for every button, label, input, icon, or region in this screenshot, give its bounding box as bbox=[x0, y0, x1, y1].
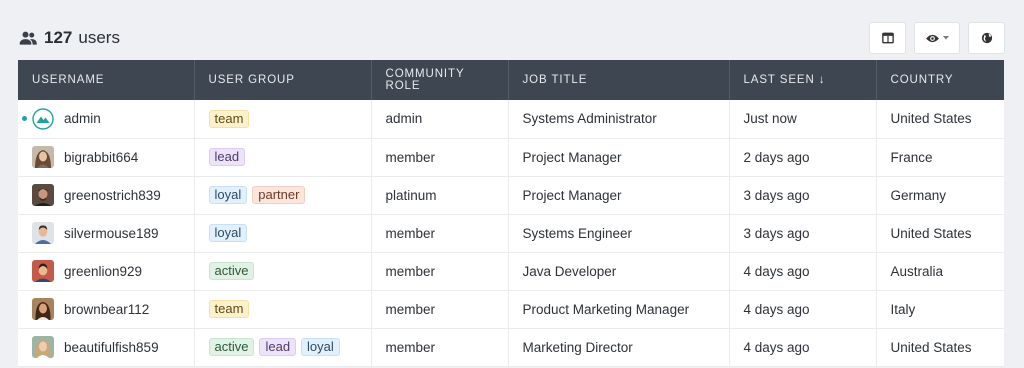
column-header-user-group[interactable]: USER GROUP bbox=[194, 60, 372, 100]
user-group-cell: lead bbox=[194, 138, 372, 177]
username[interactable]: brownbear112 bbox=[64, 302, 149, 317]
username-cell: brownbear112 bbox=[18, 290, 195, 329]
job-title-cell: Project Manager bbox=[508, 138, 730, 177]
group-tag-team[interactable]: team bbox=[208, 300, 250, 318]
user-count: 127 bbox=[44, 28, 73, 47]
username-cell: beautifulfish859 bbox=[18, 328, 195, 367]
job-title-cell: Marketing Director bbox=[508, 328, 730, 367]
group-tag-loyal[interactable]: loyal bbox=[208, 224, 248, 242]
table-header-row: USERNAME USER GROUP COMMUNITY ROLE JOB T… bbox=[18, 60, 1004, 100]
table-row[interactable]: bigrabbit664 lead member Project Manager… bbox=[18, 138, 1004, 177]
table-columns-icon bbox=[881, 32, 894, 44]
job-title-cell: Project Manager bbox=[508, 176, 730, 215]
username[interactable]: greenlion929 bbox=[64, 264, 142, 279]
avatar[interactable] bbox=[32, 222, 54, 244]
users-icon bbox=[18, 28, 38, 48]
community-role-cell: member bbox=[371, 138, 509, 177]
community-role-cell: member bbox=[371, 214, 509, 253]
country-cell: Germany bbox=[876, 176, 1004, 215]
username-cell: greenostrich839 bbox=[18, 176, 195, 215]
group-tag-partner[interactable]: partner bbox=[252, 186, 306, 204]
avatar[interactable] bbox=[32, 298, 54, 320]
group-tag-lead[interactable]: lead bbox=[208, 148, 246, 166]
last-seen-cell: Just now bbox=[729, 100, 877, 139]
users-label: users bbox=[78, 28, 120, 47]
users-table: USERNAME USER GROUP COMMUNITY ROLE JOB T… bbox=[18, 60, 1004, 367]
column-header-username[interactable]: USERNAME bbox=[18, 60, 195, 100]
user-group-cell: team bbox=[194, 290, 372, 329]
username[interactable]: bigrabbit664 bbox=[64, 150, 138, 165]
last-seen-cell: 2 days ago bbox=[729, 138, 877, 177]
column-header-last-seen[interactable]: LAST SEEN ↓ bbox=[729, 60, 877, 100]
country-cell: United States bbox=[876, 214, 1004, 253]
last-seen-cell: 3 days ago bbox=[729, 214, 877, 253]
language-button[interactable] bbox=[968, 22, 1005, 54]
toolbar bbox=[869, 22, 1005, 54]
username[interactable]: admin bbox=[64, 111, 101, 126]
job-title-cell: Systems Administrator bbox=[508, 100, 730, 139]
community-role-cell: member bbox=[371, 328, 509, 367]
username-cell: silvermouse189 bbox=[18, 214, 195, 253]
group-tag-loyal[interactable]: loyal bbox=[301, 338, 340, 356]
group-tag-active[interactable]: active bbox=[208, 262, 255, 280]
username-cell: admin bbox=[18, 100, 195, 139]
community-role-cell: admin bbox=[371, 100, 509, 139]
column-header-country[interactable]: COUNTRY bbox=[876, 60, 1004, 100]
avatar[interactable] bbox=[32, 146, 54, 168]
table-row[interactable]: brownbear112 team member Product Marketi… bbox=[18, 290, 1004, 329]
table-columns-button[interactable] bbox=[869, 22, 906, 54]
table-row[interactable]: greenlion929 active member Java Develope… bbox=[18, 252, 1004, 291]
table-row[interactable]: silvermouse189 loyal member Systems Engi… bbox=[18, 214, 1004, 253]
community-role-cell: member bbox=[371, 252, 509, 291]
avatar[interactable] bbox=[32, 184, 54, 206]
username[interactable]: greenostrich839 bbox=[64, 188, 161, 203]
group-tag-active[interactable]: active bbox=[208, 338, 255, 356]
user-group-cell: active bbox=[194, 252, 372, 291]
avatar[interactable] bbox=[32, 108, 54, 130]
country-cell: United States bbox=[876, 328, 1004, 367]
job-title-cell: Systems Engineer bbox=[508, 214, 730, 253]
user-group-cell: team bbox=[194, 100, 372, 139]
last-seen-cell: 4 days ago bbox=[729, 252, 877, 291]
country-cell: France bbox=[876, 138, 1004, 177]
group-tag-lead[interactable]: lead bbox=[259, 338, 297, 356]
users-page: 127 users USERNAME USER GROUP COMMUNITY … bbox=[0, 0, 1024, 368]
globe-icon bbox=[981, 32, 993, 44]
username-cell: bigrabbit664 bbox=[18, 138, 195, 177]
last-seen-cell: 3 days ago bbox=[729, 176, 877, 215]
community-role-cell: platinum bbox=[371, 176, 509, 215]
group-tag-team[interactable]: team bbox=[208, 109, 250, 128]
country-cell: United States bbox=[876, 100, 1004, 139]
username[interactable]: beautifulfish859 bbox=[64, 340, 159, 355]
user-group-cell: loyal bbox=[194, 214, 372, 253]
eye-icon bbox=[925, 33, 940, 44]
country-cell: Italy bbox=[876, 290, 1004, 329]
table-row[interactable]: greenostrich839 loyal partner platinum P… bbox=[18, 176, 1004, 215]
country-cell: Australia bbox=[876, 252, 1004, 291]
column-header-job-title[interactable]: JOB TITLE bbox=[508, 60, 730, 100]
table-row[interactable]: admin team admin Systems Administrator J… bbox=[18, 100, 1004, 139]
user-group-cell: active lead loyal bbox=[194, 328, 372, 367]
job-title-cell: Java Developer bbox=[508, 252, 730, 291]
user-group-cell: loyal partner bbox=[194, 176, 372, 215]
community-role-cell: member bbox=[371, 290, 509, 329]
column-header-community-role[interactable]: COMMUNITY ROLE bbox=[371, 60, 509, 100]
last-seen-cell: 4 days ago bbox=[729, 328, 877, 367]
username-cell: greenlion929 bbox=[18, 252, 195, 291]
table-row[interactable]: beautifulfish859 active lead loyal membe… bbox=[18, 328, 1004, 367]
last-seen-cell: 4 days ago bbox=[729, 290, 877, 329]
job-title-cell: Product Marketing Manager bbox=[508, 290, 730, 329]
username[interactable]: silvermouse189 bbox=[64, 226, 159, 241]
avatar[interactable] bbox=[32, 260, 54, 282]
avatar[interactable] bbox=[32, 336, 54, 358]
group-tag-loyal[interactable]: loyal bbox=[208, 186, 248, 204]
page-header: 127 users bbox=[18, 20, 1005, 56]
page-title: 127 users bbox=[18, 28, 120, 48]
online-indicator bbox=[22, 116, 27, 122]
view-options-button[interactable] bbox=[914, 22, 960, 54]
caret-down-icon bbox=[943, 36, 949, 40]
